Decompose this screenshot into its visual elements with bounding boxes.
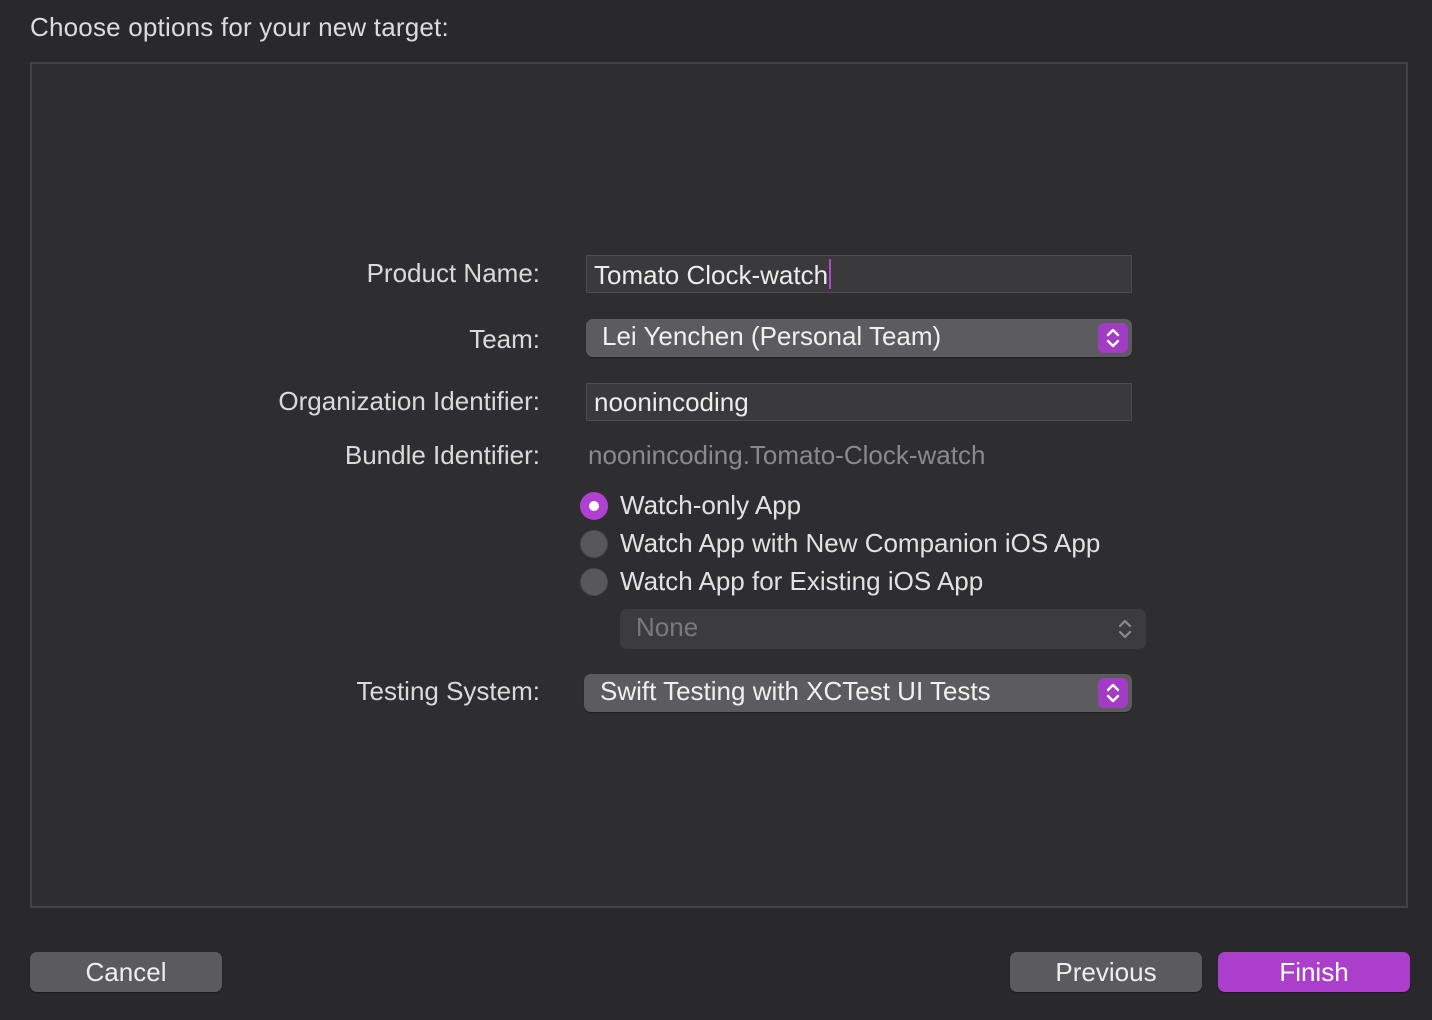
radio-label-existing-ios: Watch App for Existing iOS App <box>620 566 984 596</box>
page-title: Choose options for your new target: <box>30 12 449 42</box>
product-name-value: Tomato Clock-watch <box>594 260 829 290</box>
bundle-identifier-value: noonincoding.Tomato-Clock-watch <box>588 440 986 470</box>
cancel-button[interactable]: Cancel <box>30 952 222 992</box>
radio-button-selected[interactable] <box>580 492 608 520</box>
radio-label-new-companion: Watch App with New Companion iOS App <box>620 528 1101 558</box>
team-label: Team: <box>469 324 540 354</box>
bundle-identifier-label: Bundle Identifier: <box>344 440 540 470</box>
team-popup[interactable]: Lei Yenchen (Personal Team) <box>586 319 1132 357</box>
radio-button[interactable] <box>580 530 608 558</box>
updown-arrows-icon <box>1118 619 1132 639</box>
testing-system-popup[interactable]: Swift Testing with XCTest UI Tests <box>584 674 1132 712</box>
options-panel: Product Name: Tomato Clock-watch Team: L… <box>30 62 1408 908</box>
product-name-field[interactable]: Tomato Clock-watch <box>586 255 1132 293</box>
existing-ios-app-popup: None <box>620 609 1146 649</box>
product-name-label: Product Name: <box>366 258 540 288</box>
organization-identifier-value: noonincoding <box>594 387 749 417</box>
finish-button[interactable]: Finish <box>1218 952 1410 992</box>
testing-system-value: Swift Testing with XCTest UI Tests <box>600 676 991 706</box>
updown-arrows-icon <box>1098 323 1128 353</box>
organization-identifier-label: Organization Identifier: <box>278 386 540 416</box>
testing-system-label: Testing System: <box>356 676 540 706</box>
organization-identifier-field[interactable]: noonincoding <box>586 383 1132 421</box>
radio-label-watch-only: Watch-only App <box>620 490 802 520</box>
radio-button[interactable] <box>580 568 608 596</box>
team-value: Lei Yenchen (Personal Team) <box>602 321 942 351</box>
text-caret <box>829 259 832 289</box>
updown-arrows-icon <box>1098 678 1128 708</box>
previous-button[interactable]: Previous <box>1010 952 1202 992</box>
existing-ios-app-value: None <box>636 612 699 642</box>
